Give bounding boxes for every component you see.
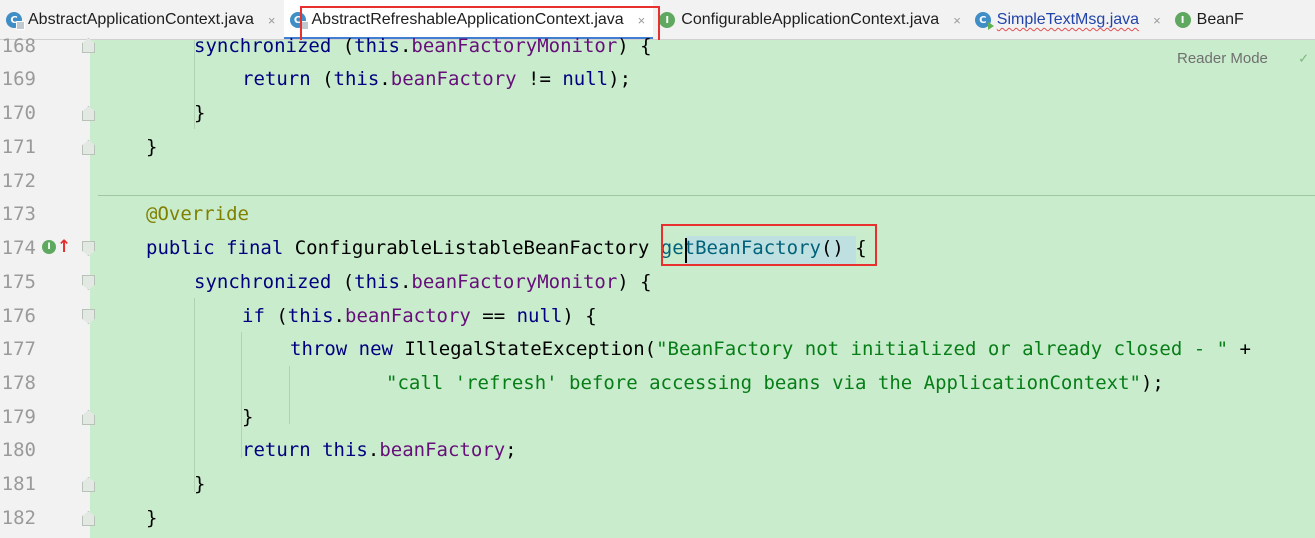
code-text: } (194, 473, 206, 495)
line-number: 181 (1, 473, 36, 495)
interface-icon: I (659, 12, 676, 28)
code-text: } (242, 406, 254, 428)
code-text: } (146, 507, 158, 529)
interface-icon: I (42, 240, 56, 254)
fold-marker[interactable] (82, 275, 95, 290)
close-icon[interactable]: × (1153, 13, 1161, 28)
close-icon[interactable]: × (953, 13, 961, 28)
tab-label: ConfigurableApplicationContext.java (681, 11, 940, 28)
code-text: throw new IllegalStateException("BeanFac… (290, 338, 1251, 360)
tab-label: AbstractApplicationContext.java (28, 11, 254, 28)
fold-marker[interactable] (82, 477, 95, 492)
code-text: synchronized (this.beanFactoryMonitor) { (194, 35, 652, 57)
interface-icon: I (1174, 12, 1191, 28)
code-line: 168 synchronized (this.beanFactoryMonito… (0, 29, 1315, 63)
code-text: synchronized (this.beanFactoryMonitor) { (194, 271, 652, 293)
tab-label: SimpleTextMsg.java (996, 11, 1140, 28)
line-number: 179 (1, 406, 36, 428)
tab-label: AbstractRefreshableApplicationContext.ja… (311, 11, 624, 28)
runnable-class-icon: C (974, 12, 994, 30)
code-text: if (this.beanFactory == null) { (242, 305, 597, 327)
code-line: 178 "call 'refresh' before accessing bea… (0, 366, 1315, 400)
line-number: 175 (1, 271, 36, 293)
code-line: 179 } (0, 400, 1315, 434)
fold-marker[interactable] (82, 38, 95, 53)
close-icon[interactable]: × (268, 13, 276, 28)
overrides-method-marker[interactable]: I ↑ (42, 237, 71, 257)
code-line: 182 } (0, 501, 1315, 535)
code-line: 176 if (this.beanFactory == null) { (0, 299, 1315, 333)
code-text: public final ConfigurableListableBeanFac… (146, 237, 867, 259)
code-line: 171 } (0, 130, 1315, 164)
line-number: 170 (1, 102, 36, 124)
code-line: 180 return this.beanFactory; (0, 433, 1315, 467)
code-text: return (this.beanFactory != null); (242, 68, 632, 90)
code-line: 175 synchronized (this.beanFactoryMonito… (0, 265, 1315, 299)
abstract-class-icon: C (289, 12, 309, 30)
abstract-class-icon: C (6, 12, 25, 30)
close-icon[interactable]: × (638, 13, 646, 28)
code-text: } (194, 102, 206, 124)
code-editor[interactable]: 168 synchronized (this.beanFactoryMonito… (0, 35, 1315, 538)
code-line: 177 throw new IllegalStateException("Bea… (0, 332, 1315, 366)
line-number: 168 (1, 35, 36, 57)
tab-label: BeanF (1196, 11, 1244, 28)
reader-mode-button[interactable]: Reader Mode (1177, 50, 1268, 67)
line-number: 169 (1, 68, 36, 90)
line-number: 176 (1, 305, 36, 327)
code-line: 170 } (0, 96, 1315, 130)
code-line: 181 } (0, 467, 1315, 501)
code-line: 173 @Override (0, 197, 1315, 231)
fold-marker[interactable] (82, 140, 95, 155)
code-line: 172 (0, 164, 1315, 198)
fold-marker[interactable] (82, 309, 95, 324)
check-icon[interactable]: ✓ (1299, 49, 1308, 67)
code-text: return this.beanFactory; (242, 439, 517, 461)
line-number: 177 (1, 338, 36, 360)
code-text: @Override (146, 203, 249, 225)
line-number: 182 (1, 507, 36, 529)
code-line: 169 return (this.beanFactory != null); (0, 62, 1315, 96)
fold-marker[interactable] (82, 511, 95, 526)
up-arrow-icon: ↑ (57, 237, 72, 257)
line-number: 174 (1, 237, 36, 259)
line-number: 180 (1, 439, 36, 461)
line-number: 172 (1, 170, 36, 192)
line-number: 178 (1, 372, 36, 394)
fold-marker[interactable] (82, 241, 95, 256)
code-line: 174 public final ConfigurableListableBea… (0, 231, 1315, 265)
fold-marker[interactable] (82, 410, 95, 425)
text-caret (685, 238, 687, 263)
code-text: } (146, 136, 158, 158)
line-number: 171 (1, 136, 36, 158)
line-number: 173 (1, 203, 36, 225)
code-text: "call 'refresh' before accessing beans v… (386, 372, 1164, 394)
fold-marker[interactable] (82, 106, 95, 121)
